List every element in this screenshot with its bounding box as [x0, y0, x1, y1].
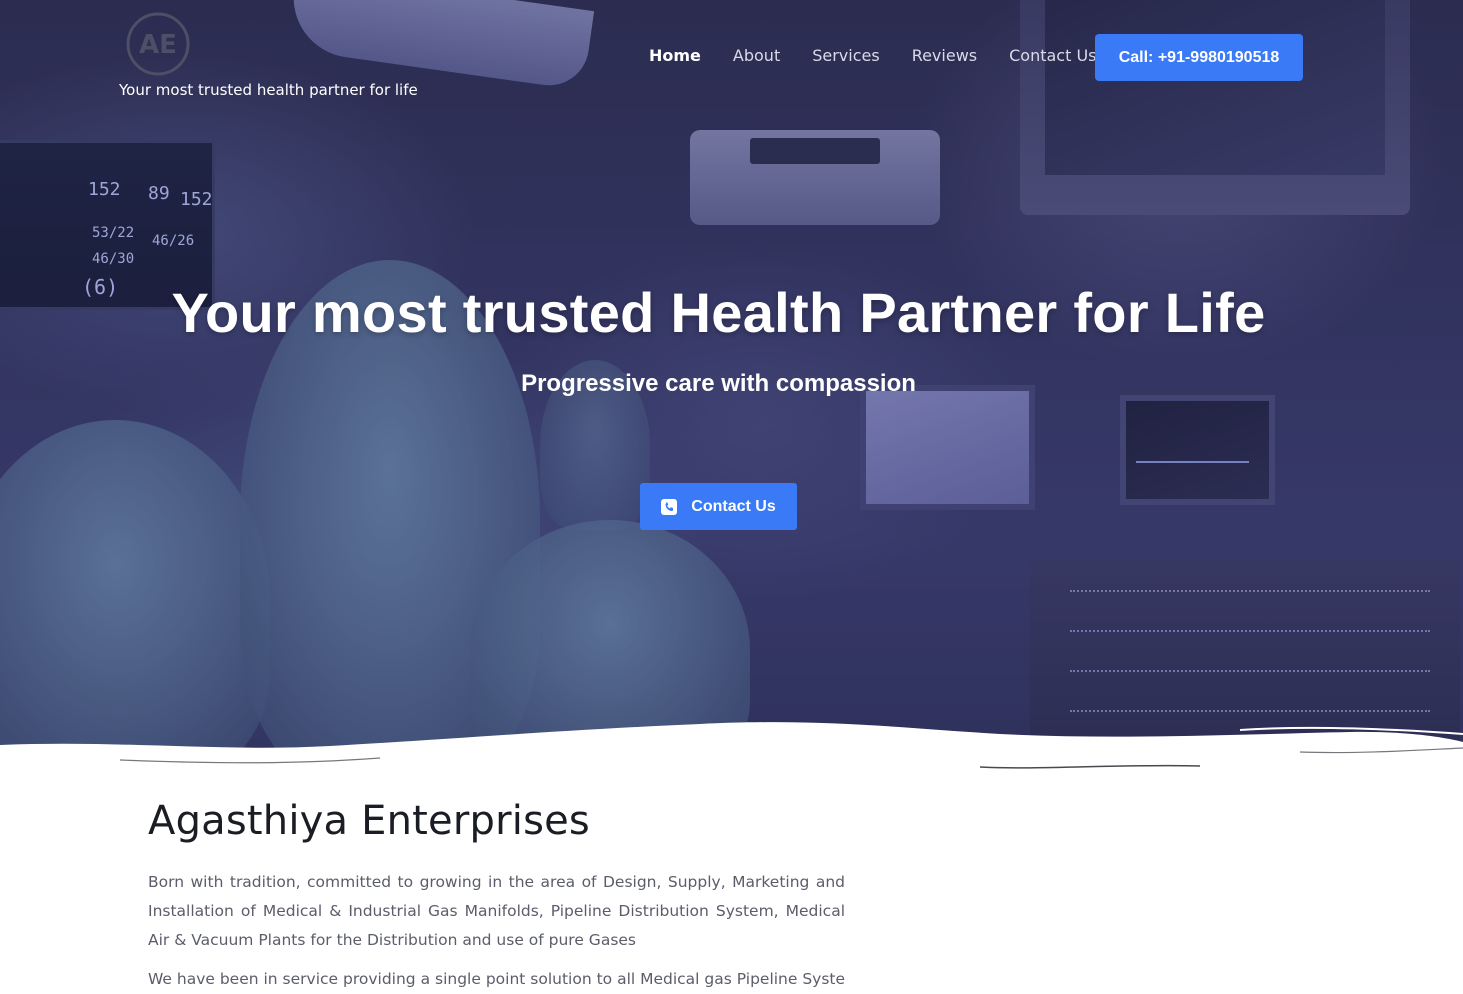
about-paragraph-2: We have been in service providing a sing… — [148, 970, 845, 988]
main-nav: Home About Services Reviews Contact Us — [649, 46, 1129, 66]
call-button[interactable]: Call: +91-9980190518 — [1095, 34, 1303, 81]
hero-title: Your most trusted Health Partner for Lif… — [171, 281, 1266, 344]
nav-reviews[interactable]: Reviews — [912, 46, 977, 66]
wave-divider — [0, 722, 1463, 775]
nav-services[interactable]: Services — [812, 46, 879, 66]
hero-section: 152 89 152 53/22 46/26 46/30 (6) AE Your… — [0, 0, 1463, 775]
nav-about[interactable]: About — [733, 46, 780, 66]
about-title: Agasthiya Enterprises — [148, 798, 590, 844]
svg-text:AE: AE — [139, 30, 177, 60]
about-paragraph: Born with tradition, committed to growin… — [148, 873, 845, 949]
company-logo[interactable]: AE — [122, 12, 194, 76]
nav-contact-us[interactable]: Contact Us — [1009, 46, 1096, 66]
phone-square-icon — [661, 498, 678, 515]
site-tagline: Your most trusted health partner for lif… — [119, 81, 418, 99]
hero-subtitle: Progressive care with compassion — [521, 370, 916, 397]
contact-us-button[interactable]: Contact Us — [640, 483, 797, 530]
contact-us-label: Contact Us — [691, 497, 776, 515]
nav-home[interactable]: Home — [649, 46, 701, 66]
